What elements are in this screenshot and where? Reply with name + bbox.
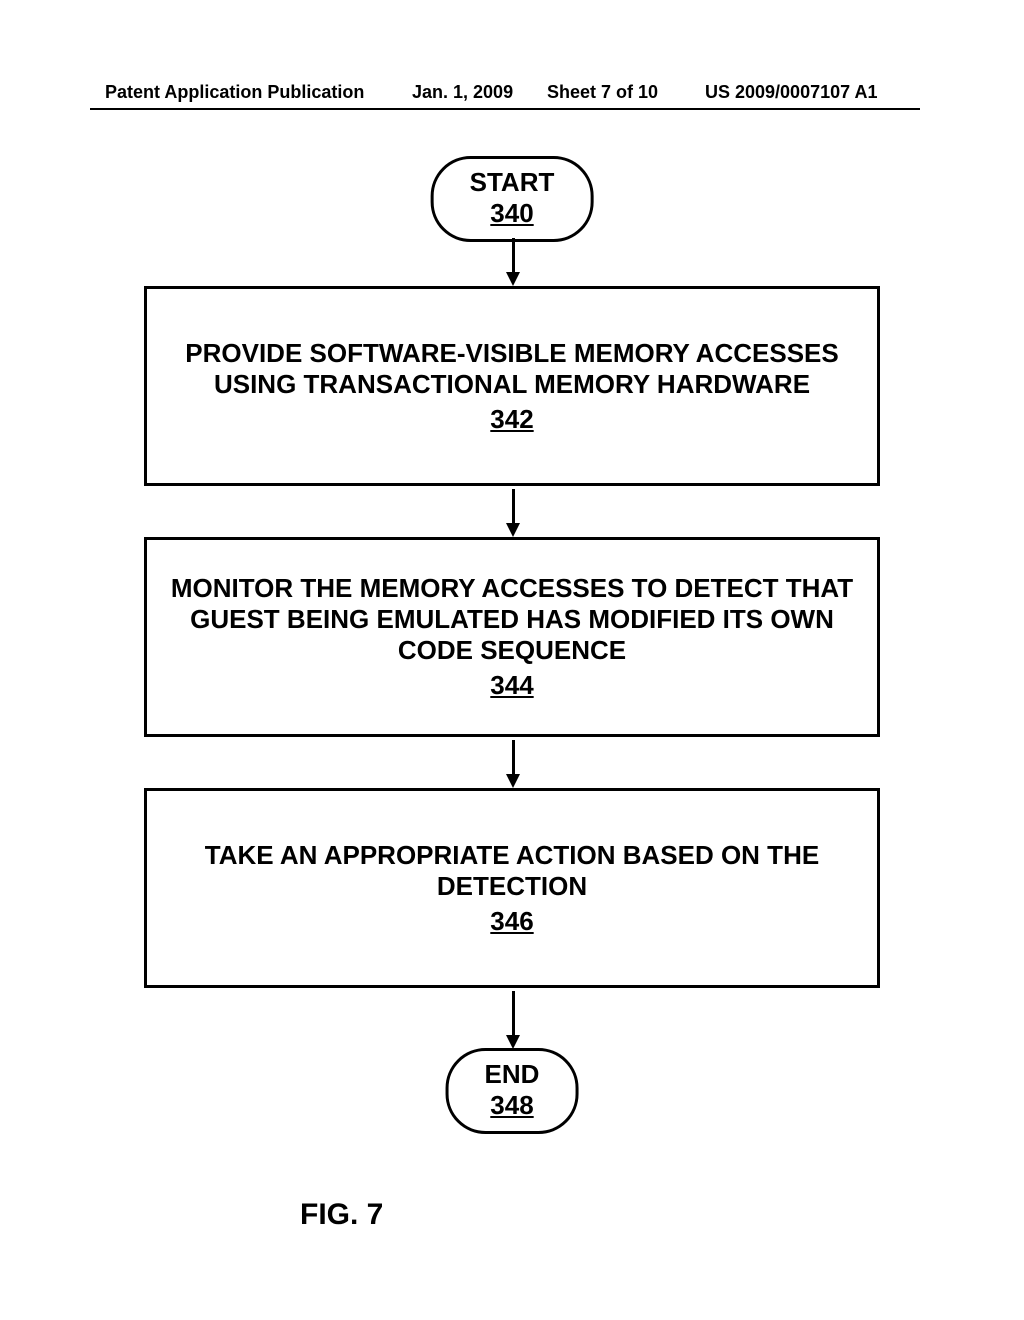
- flow-end-label: END: [485, 1059, 540, 1090]
- flow-step-342: PROVIDE SOFTWARE-VISIBLE MEMORY ACCESSES…: [144, 286, 880, 486]
- header-date: Jan. 1, 2009: [412, 82, 513, 103]
- flow-step-346-ref: 346: [490, 906, 533, 937]
- flow-end: END 348: [446, 1048, 579, 1134]
- flow-step-342-text: PROVIDE SOFTWARE-VISIBLE MEMORY ACCESSES…: [167, 338, 857, 400]
- flow-step-344-text: MONITOR THE MEMORY ACCESSES TO DETECT TH…: [167, 573, 857, 666]
- flow-start: START 340: [431, 156, 594, 242]
- flow-step-344-ref: 344: [490, 670, 533, 701]
- header-sheet: Sheet 7 of 10: [547, 82, 658, 103]
- flow-step-344: MONITOR THE MEMORY ACCESSES TO DETECT TH…: [144, 537, 880, 737]
- figure-label: FIG. 7: [300, 1198, 383, 1232]
- flow-start-label: START: [470, 167, 555, 198]
- flow-end-ref: 348: [485, 1090, 540, 1121]
- flow-step-342-ref: 342: [490, 404, 533, 435]
- flow-start-ref: 340: [470, 198, 555, 229]
- header-docnum: US 2009/0007107 A1: [705, 82, 877, 103]
- header-rule: [90, 108, 920, 110]
- flow-step-346: TAKE AN APPROPRIATE ACTION BASED ON THE …: [144, 788, 880, 988]
- header-publication: Patent Application Publication: [105, 82, 364, 103]
- flow-step-346-text: TAKE AN APPROPRIATE ACTION BASED ON THE …: [167, 840, 857, 902]
